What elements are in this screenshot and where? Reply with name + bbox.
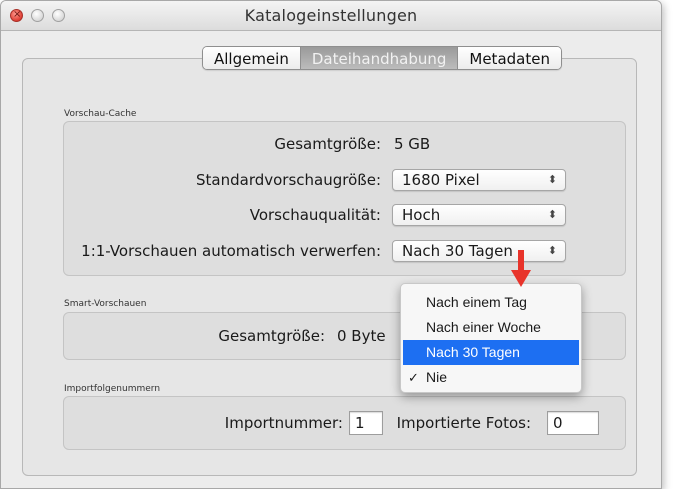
window-title: Katalogeinstellungen	[244, 6, 418, 25]
preview-cache-group-label: Vorschau-Cache	[64, 109, 137, 119]
standard-preview-size-value: 1680 Pixel	[402, 171, 480, 189]
preview-total-size-value: 5 GB	[394, 135, 431, 153]
updown-arrows-icon: ⬍	[547, 244, 557, 257]
discard-previews-popup[interactable]: Nach 30 Tagen ⬍	[392, 240, 566, 262]
updown-arrows-icon: ⬍	[547, 208, 557, 221]
checkmark-icon: ✓	[408, 370, 419, 385]
standard-preview-size-popup[interactable]: 1680 Pixel ⬍	[392, 169, 566, 191]
menu-item-label: Nie	[426, 369, 448, 385]
import-number-label: Importnummer:	[224, 414, 343, 432]
smart-total-size-label: Gesamtgröße:	[218, 327, 325, 345]
annotation-arrow-icon	[511, 250, 531, 287]
catalog-settings-window: × Katalogeinstellungen Allgemein Dateiha…	[0, 0, 662, 489]
tab-metadaten[interactable]: Metadaten	[458, 47, 561, 69]
discard-previews-label: 1:1-Vorschauen automatisch verwerfen:	[81, 242, 381, 260]
standard-preview-size-label: Standardvorschaugröße:	[196, 171, 381, 189]
menu-item-label: Nach einem Tag	[426, 294, 527, 310]
tab-dateihandhabung[interactable]: Dateihandhabung	[300, 47, 459, 69]
discard-previews-menu: Nach einem Tag Nach einer Woche Nach 30 …	[400, 283, 582, 393]
preview-quality-value: Hoch	[402, 206, 441, 224]
preview-total-size-label: Gesamtgröße:	[274, 135, 381, 153]
import-numbers-group	[63, 396, 626, 450]
preview-quality-label: Vorschauqualität:	[249, 206, 381, 224]
smart-previews-group-label: Smart-Vorschauen	[64, 299, 147, 309]
menu-item-label: Nach einer Woche	[426, 319, 541, 335]
updown-arrows-icon: ⬍	[547, 173, 557, 186]
preview-quality-popup[interactable]: Hoch ⬍	[392, 204, 566, 226]
menu-item-nach-30-tagen[interactable]: Nach 30 Tagen	[403, 340, 579, 365]
imported-photos-field[interactable]: 0	[547, 411, 599, 435]
smart-total-size-value: 0 Byte	[337, 327, 386, 345]
discard-previews-value: Nach 30 Tagen	[402, 242, 513, 260]
menu-item-label: Nach 30 Tagen	[426, 344, 520, 360]
menu-item-nach-einem-tag[interactable]: Nach einem Tag	[401, 290, 581, 315]
menu-item-nach-einer-woche[interactable]: Nach einer Woche	[401, 315, 581, 340]
imported-photos-label: Importierte Fotos:	[396, 414, 531, 432]
title-bar[interactable]: × Katalogeinstellungen	[1, 1, 661, 31]
menu-item-nie[interactable]: ✓ Nie	[401, 365, 581, 390]
tab-allgemein[interactable]: Allgemein	[203, 47, 301, 69]
import-numbers-group-label: Importfolgenummern	[64, 384, 161, 394]
import-number-field[interactable]: 1	[349, 411, 383, 435]
tab-bar: Allgemein Dateihandhabung Metadaten	[202, 46, 562, 70]
